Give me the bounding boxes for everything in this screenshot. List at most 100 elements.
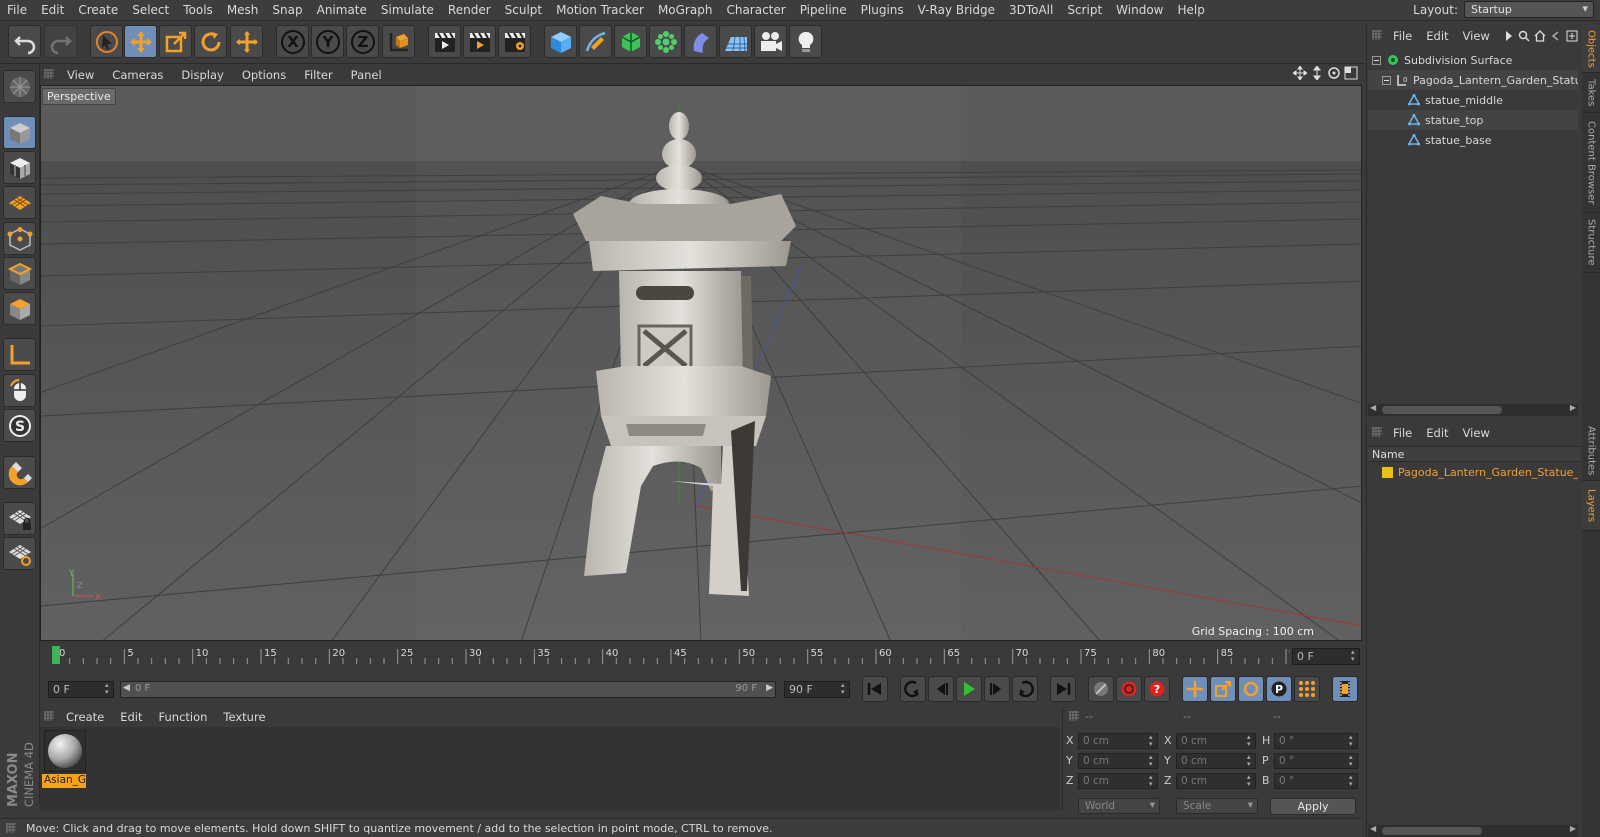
object-row-pagoda-lantern[interactable]: 0 Pagoda_Lantern_Garden_Statue_ bbox=[1368, 70, 1578, 90]
menu-render[interactable]: Render bbox=[441, 3, 498, 17]
viewport-pan-icon[interactable] bbox=[1293, 66, 1307, 80]
recent-tools-button[interactable] bbox=[230, 25, 263, 58]
menu-animate[interactable]: Animate bbox=[310, 3, 374, 17]
viewport-menu-cameras[interactable]: Cameras bbox=[103, 68, 172, 82]
next-key-button[interactable] bbox=[1012, 676, 1038, 702]
coord-size-x-field[interactable]: 0 cm bbox=[1176, 733, 1256, 749]
viewport-zoom-icon[interactable] bbox=[1310, 66, 1324, 80]
menu-file[interactable]: File bbox=[0, 3, 34, 17]
add-generator-button[interactable] bbox=[614, 25, 647, 58]
menu-vray-bridge[interactable]: V-Ray Bridge bbox=[911, 3, 1002, 17]
viewport-camera-label[interactable]: Perspective bbox=[42, 88, 116, 105]
material-menu-edit[interactable]: Edit bbox=[112, 710, 150, 724]
model-mode-button[interactable] bbox=[3, 116, 36, 149]
locked-workplane-button[interactable] bbox=[3, 502, 36, 535]
add-camera-button[interactable] bbox=[754, 25, 787, 58]
edges-mode-button[interactable] bbox=[3, 257, 36, 290]
material-menu-function[interactable]: Function bbox=[151, 710, 216, 724]
objects-menu-view[interactable]: View bbox=[1456, 29, 1497, 43]
tab-objects[interactable]: Objects bbox=[1582, 25, 1600, 73]
record-active-objects-button[interactable] bbox=[1116, 676, 1142, 702]
menu-3dtoall[interactable]: 3DToAll bbox=[1002, 3, 1060, 17]
tab-takes[interactable]: Takes bbox=[1582, 73, 1600, 113]
viewport-menu-view[interactable]: View bbox=[58, 68, 103, 82]
redo-button[interactable] bbox=[44, 25, 77, 58]
add-mograph-button[interactable] bbox=[649, 25, 682, 58]
scroll-right-arrow[interactable]: ▶ bbox=[1570, 403, 1576, 412]
motion-path-button[interactable] bbox=[1088, 676, 1114, 702]
apply-button[interactable]: Apply bbox=[1270, 798, 1356, 815]
key-rotation-button[interactable] bbox=[1238, 676, 1264, 702]
layers-horizontal-scrollbar[interactable]: ◀ ▶ bbox=[1368, 824, 1578, 837]
scale-tool-button[interactable] bbox=[159, 25, 192, 58]
tweak-mode-button[interactable] bbox=[3, 374, 36, 407]
scroll-left-arrow[interactable]: ◀ bbox=[1370, 403, 1376, 412]
object-row-statue-middle[interactable]: statue_middle bbox=[1368, 90, 1578, 110]
menu-mograph[interactable]: MoGraph bbox=[651, 3, 720, 17]
menu-plugins[interactable]: Plugins bbox=[854, 3, 911, 17]
timeline-ruler[interactable]: 051015202530354045505560657075808590 bbox=[50, 645, 1290, 665]
coord-pos-x-field[interactable]: 0 cm bbox=[1078, 733, 1158, 749]
go-to-end-button[interactable] bbox=[1050, 676, 1076, 702]
menu-script[interactable]: Script bbox=[1060, 3, 1109, 17]
tab-content-browser[interactable]: Content Browser bbox=[1582, 113, 1600, 213]
add-spline-pen-button[interactable] bbox=[579, 25, 612, 58]
previous-frame-button[interactable] bbox=[928, 676, 954, 702]
layout-dropdown[interactable]: Startup bbox=[1464, 1, 1594, 18]
material-thumbnail[interactable] bbox=[44, 730, 86, 772]
axis-mode-button[interactable] bbox=[3, 338, 36, 371]
add-cube-button[interactable] bbox=[544, 25, 577, 58]
layers-menu-edit[interactable]: Edit bbox=[1419, 426, 1455, 440]
key-scale-button[interactable] bbox=[1210, 676, 1236, 702]
tree-collapse-icon[interactable] bbox=[1382, 74, 1391, 86]
play-forwards-button[interactable] bbox=[956, 676, 982, 702]
scheme-settings-button[interactable] bbox=[1332, 676, 1358, 702]
frame-range-slider[interactable]: ◀ 0 F 90 F ▶ bbox=[120, 681, 776, 698]
search-icon[interactable] bbox=[1518, 30, 1530, 42]
y-axis-lock-button[interactable]: Y bbox=[311, 25, 344, 58]
menu-help[interactable]: Help bbox=[1170, 3, 1211, 17]
coord-rot-p-field[interactable]: 0 ° bbox=[1274, 753, 1358, 769]
undo-button[interactable] bbox=[8, 25, 41, 58]
tree-collapse-icon[interactable] bbox=[1370, 54, 1382, 66]
add-light-button[interactable] bbox=[789, 25, 822, 58]
z-axis-lock-button[interactable]: Z bbox=[346, 25, 379, 58]
expand-arrow-icon[interactable] bbox=[1504, 30, 1514, 42]
texture-mode-button[interactable] bbox=[3, 151, 36, 184]
coord-mode-scale-dropdown[interactable]: Scale bbox=[1176, 798, 1258, 814]
scrollbar-thumb[interactable] bbox=[1382, 406, 1502, 414]
menu-motion-tracker[interactable]: Motion Tracker bbox=[549, 3, 651, 17]
object-row-statue-base[interactable]: statue_base bbox=[1368, 130, 1578, 150]
objects-horizontal-scrollbar[interactable]: ◀ ▶ bbox=[1368, 403, 1578, 416]
key-position-button[interactable] bbox=[1182, 676, 1208, 702]
menu-simulate[interactable]: Simulate bbox=[374, 3, 441, 17]
add-deformer-button[interactable] bbox=[684, 25, 717, 58]
range-slider-right-arrow[interactable]: ▶ bbox=[766, 683, 773, 693]
enable-snap-button[interactable] bbox=[3, 456, 36, 489]
render-view-button[interactable] bbox=[428, 25, 461, 58]
objects-menu-edit[interactable]: Edit bbox=[1419, 29, 1455, 43]
previous-key-button[interactable] bbox=[900, 676, 926, 702]
coord-mode-world-dropdown[interactable]: World bbox=[1078, 798, 1160, 814]
start-frame-field[interactable]: 0 F bbox=[48, 681, 114, 698]
scrollbar-thumb[interactable] bbox=[1382, 827, 1482, 835]
polygons-mode-button[interactable] bbox=[3, 292, 36, 325]
layers-menu-view[interactable]: View bbox=[1456, 426, 1497, 440]
material-menu-create[interactable]: Create bbox=[58, 710, 112, 724]
tab-layers[interactable]: Layers bbox=[1582, 481, 1600, 531]
coord-pos-z-field[interactable]: 0 cm bbox=[1078, 773, 1158, 789]
menu-create[interactable]: Create bbox=[71, 3, 125, 17]
viewport-maximize-icon[interactable] bbox=[1344, 66, 1358, 80]
viewport-menu-display[interactable]: Display bbox=[172, 68, 232, 82]
3d-viewport[interactable]: Y X Z bbox=[40, 85, 1362, 641]
viewport-menu-filter[interactable]: Filter bbox=[295, 68, 341, 82]
autokeying-button[interactable]: ? bbox=[1144, 676, 1170, 702]
render-to-picture-viewer-button[interactable] bbox=[463, 25, 496, 58]
tab-structure[interactable]: Structure bbox=[1582, 213, 1600, 273]
object-row-subdivision-surface[interactable]: Subdivision Surface bbox=[1368, 50, 1578, 70]
menu-window[interactable]: Window bbox=[1109, 3, 1170, 17]
scroll-right-arrow[interactable]: ▶ bbox=[1570, 824, 1576, 833]
objects-menu-file[interactable]: File bbox=[1386, 29, 1419, 43]
coord-size-y-field[interactable]: 0 cm bbox=[1176, 753, 1256, 769]
range-slider-left-arrow[interactable]: ◀ bbox=[123, 683, 130, 693]
